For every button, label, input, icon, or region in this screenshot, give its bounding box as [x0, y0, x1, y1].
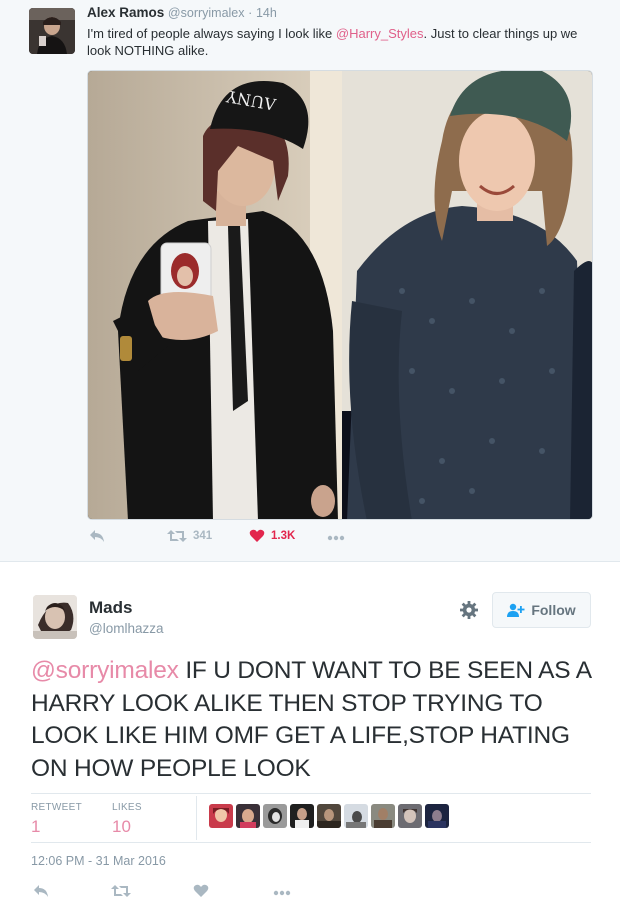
retweet-button[interactable]: 341	[167, 529, 212, 543]
separator: ·	[248, 6, 253, 20]
more-icon	[327, 535, 345, 541]
liker-avatar[interactable]	[344, 804, 368, 828]
liker-avatar[interactable]	[236, 804, 260, 828]
media-photo-right[interactable]	[342, 71, 592, 519]
mention-link[interactable]: @sorryimalex	[31, 657, 179, 684]
tweet-stats: RETWEET 1 LIKES 10	[31, 793, 591, 843]
more-icon	[273, 890, 291, 896]
heart-icon	[249, 529, 265, 542]
liker-avatar[interactable]	[209, 804, 233, 828]
follow-label: Follow	[531, 602, 576, 618]
liker-avatar[interactable]	[290, 804, 314, 828]
likes-value: 10	[112, 817, 131, 836]
retweets-label: RETWEET	[31, 802, 82, 813]
more-button[interactable]	[273, 890, 291, 896]
likes-label: LIKES	[112, 802, 142, 813]
retweet-icon	[167, 530, 187, 542]
liker-avatar[interactable]	[317, 804, 341, 828]
tweet-media[interactable]: ΛUNY	[87, 70, 593, 520]
retweet-button[interactable]	[111, 884, 131, 898]
stat-divider	[196, 796, 197, 840]
like-button[interactable]	[193, 884, 209, 898]
tweet-text: @sorryimalex IF U DONT WANT TO BE SEEN A…	[31, 655, 601, 785]
author-name[interactable]: Mads	[89, 598, 132, 618]
reply-button[interactable]	[33, 884, 49, 898]
tweet-actions	[31, 884, 331, 906]
liker-avatar[interactable]	[398, 804, 422, 828]
reply-button[interactable]	[89, 529, 105, 543]
retweet-icon	[111, 885, 131, 897]
add-user-icon	[507, 603, 525, 617]
reply-icon	[90, 530, 104, 542]
like-count: 1.3K	[271, 530, 296, 542]
reply-icon	[34, 885, 48, 897]
more-button[interactable]	[327, 535, 345, 541]
retweets-value: 1	[31, 817, 41, 836]
like-button[interactable]: 1.3K	[249, 529, 295, 543]
quoted-tweet-text: I'm tired of people always saying I look…	[87, 25, 597, 59]
follow-button[interactable]: Follow	[492, 592, 591, 628]
liker-avatar[interactable]	[371, 804, 395, 828]
tweet-timestamp[interactable]: 12:06 PM - 31 Mar 2016	[31, 854, 166, 868]
gear-icon[interactable]	[459, 600, 479, 620]
author-name[interactable]: Alex Ramos	[87, 5, 164, 20]
heart-icon	[193, 884, 209, 897]
liker-avatar[interactable]	[425, 804, 449, 828]
tweet-time[interactable]: 14h	[256, 6, 277, 20]
quoted-tweet-actions: 341 1.3K	[87, 529, 597, 551]
author-handle[interactable]: @lomlhazza	[89, 621, 163, 636]
retweet-count: 341	[193, 530, 213, 542]
quoted-tweet: Alex Ramos @sorryimalex · 14h I'm tired …	[0, 0, 620, 562]
liker-avatars	[209, 804, 449, 828]
mention-link[interactable]: @Harry_Styles	[336, 26, 424, 41]
avatar[interactable]	[33, 595, 77, 639]
media-photo-left[interactable]: ΛUNY	[88, 71, 342, 519]
likes-stat[interactable]: LIKES 10	[112, 802, 142, 837]
liker-avatar[interactable]	[263, 804, 287, 828]
author-handle[interactable]: @sorryimalex	[168, 6, 245, 20]
tweet-text-start: I'm tired of people always saying I look…	[87, 26, 336, 41]
retweets-stat[interactable]: RETWEET 1	[31, 802, 82, 837]
quoted-tweet-header: Alex Ramos @sorryimalex · 14h	[87, 5, 277, 20]
avatar[interactable]	[29, 8, 75, 54]
